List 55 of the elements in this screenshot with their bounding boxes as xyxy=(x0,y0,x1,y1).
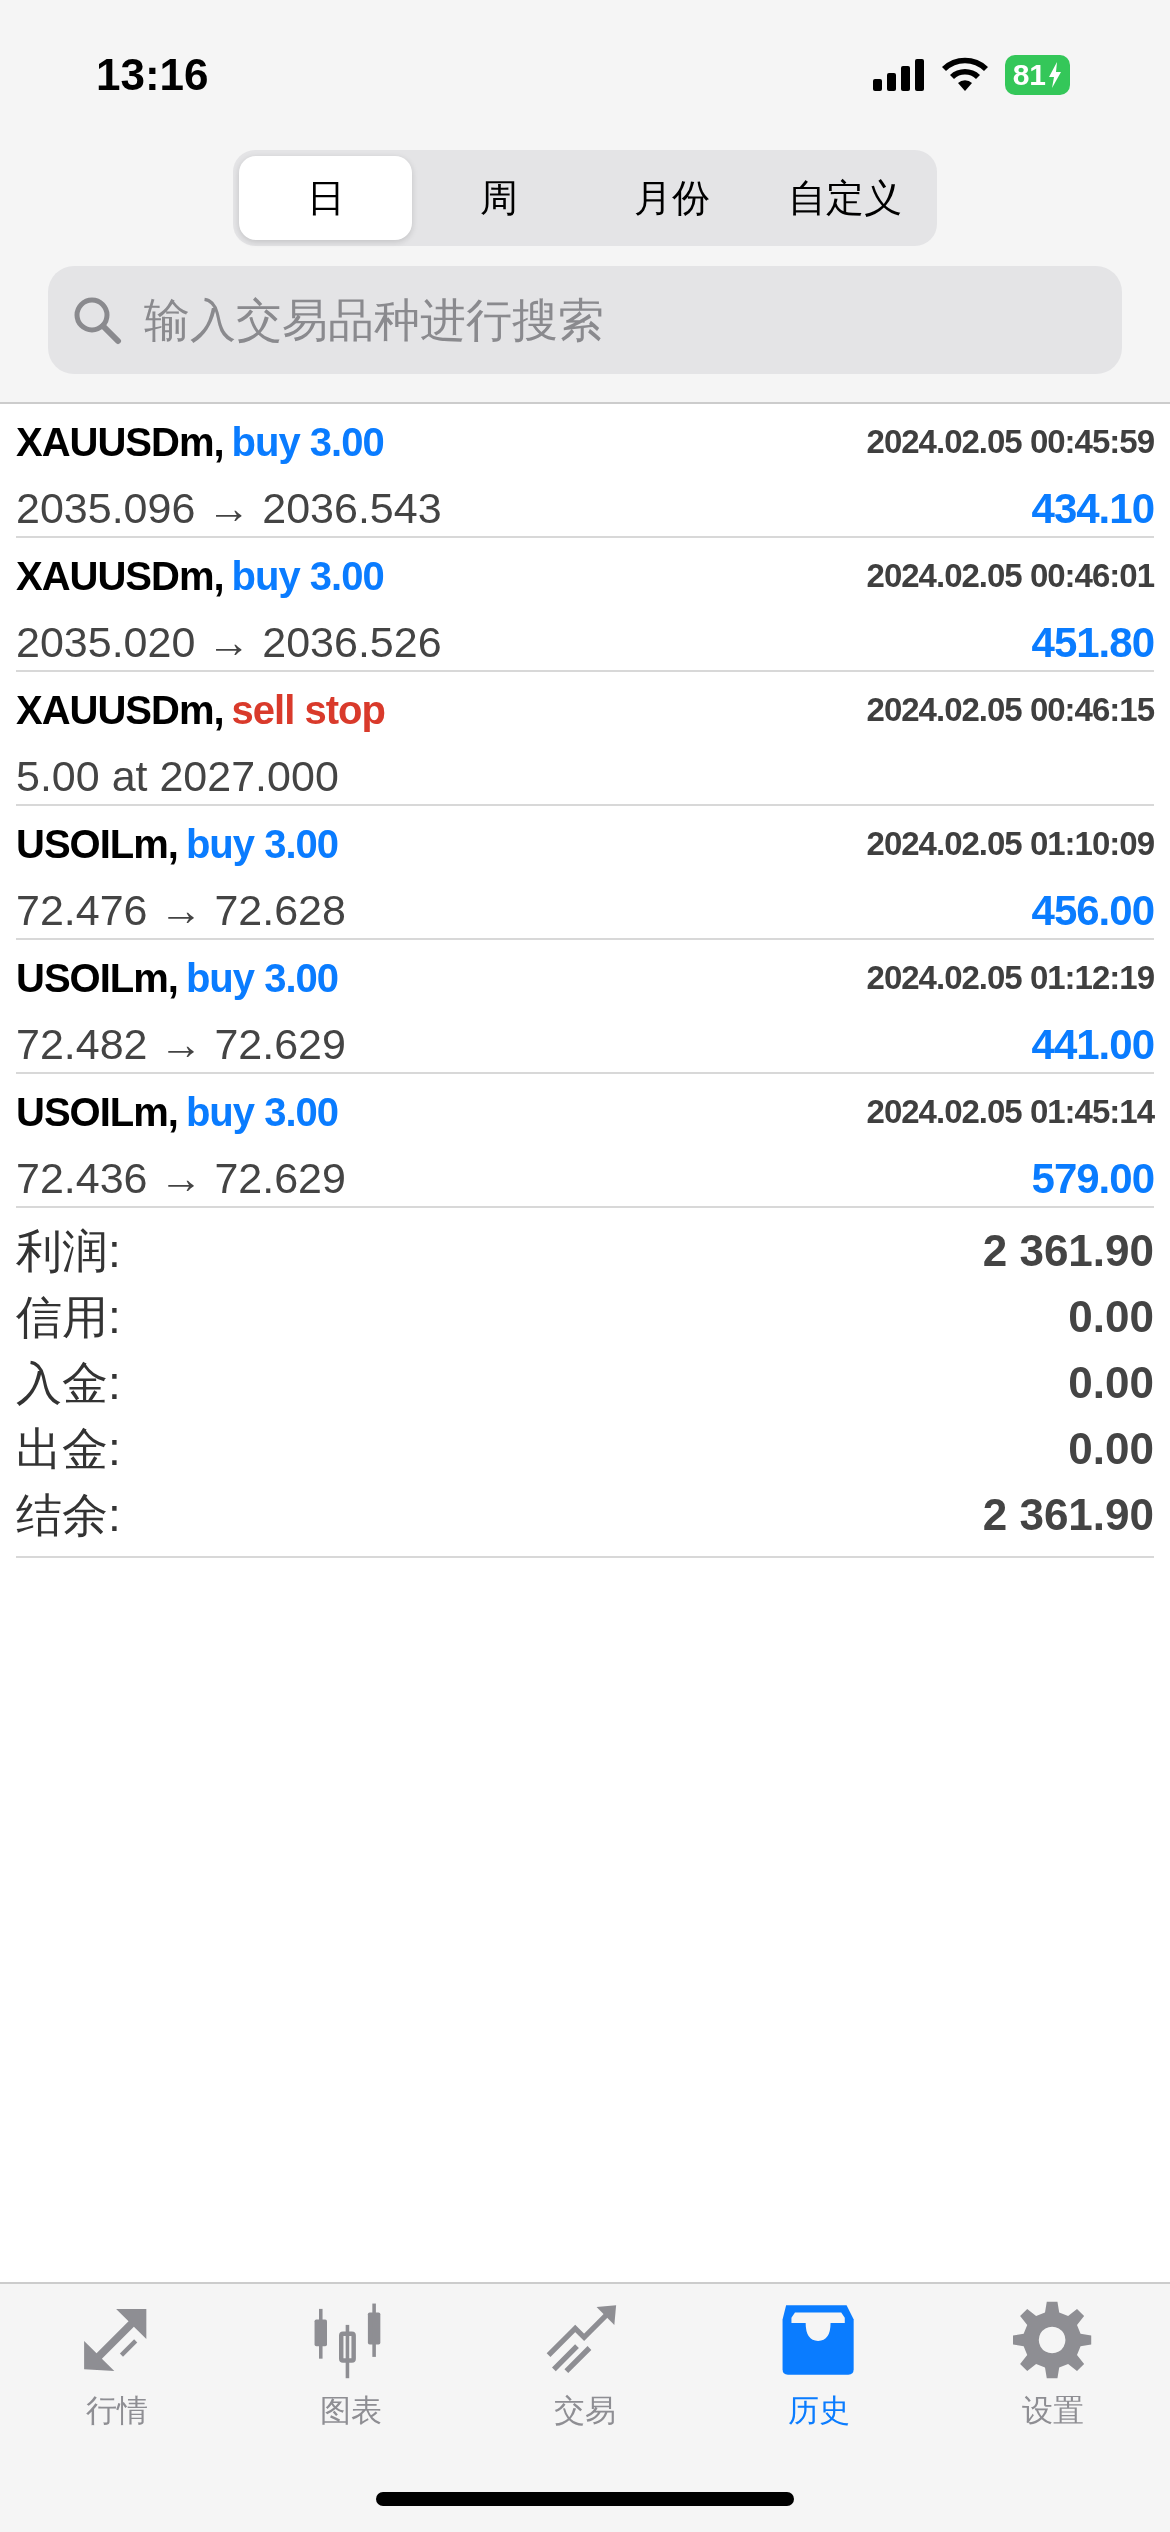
trade-action: buy 3.00 xyxy=(185,821,338,868)
summary-label: 利润: xyxy=(16,1223,121,1279)
trade-action: buy 3.00 xyxy=(185,1089,338,1136)
trade-time: 2024.02.05 01:45:14 xyxy=(866,1092,1154,1133)
price-text: 72.476 → 72.628 xyxy=(16,885,346,936)
price-text: 2035.020 → 2036.526 xyxy=(16,617,442,668)
tab-bar-item[interactable]: 行情 xyxy=(0,2284,234,2436)
profit-value: 579.00 xyxy=(1031,1153,1154,1204)
search-icon xyxy=(72,295,122,345)
tab-bar-item[interactable]: 图表 xyxy=(234,2284,468,2436)
tab-bar-item[interactable]: 交易 xyxy=(468,2284,702,2436)
price-text: 5.00 at 2027.000 xyxy=(16,751,339,802)
summary-value: 0.00 xyxy=(1068,1423,1154,1475)
signal-icon xyxy=(872,59,925,91)
status-time: 13:16 xyxy=(96,49,209,101)
summary-label: 出金: xyxy=(16,1421,121,1477)
profit-value: 456.00 xyxy=(1031,885,1154,936)
search-field[interactable]: 输入交易品种进行搜索 xyxy=(48,266,1122,374)
summary-label: 结余: xyxy=(16,1487,121,1543)
summary-label: 入金: xyxy=(16,1355,121,1411)
price-text: 72.436 → 72.629 xyxy=(16,1153,346,1204)
battery-indicator: 81 xyxy=(1004,55,1070,95)
trade-action: buy 3.00 xyxy=(231,419,384,466)
tab-bar-item[interactable]: 设置 xyxy=(936,2284,1170,2436)
profit-value: 451.80 xyxy=(1031,617,1154,668)
trade-action: buy 3.00 xyxy=(185,955,338,1002)
trade-action: buy 3.00 xyxy=(231,553,384,600)
symbol-text: USOILm, xyxy=(16,821,178,868)
trade-time: 2024.02.05 00:46:15 xyxy=(866,690,1154,731)
period-tab[interactable]: 自定义 xyxy=(758,156,931,240)
trade-time: 2024.02.05 00:45:59 xyxy=(866,422,1154,463)
symbol-text: USOILm, xyxy=(16,955,178,1002)
symbol-text: USOILm, xyxy=(16,1089,178,1136)
summary-value: 0.00 xyxy=(1068,1291,1154,1343)
trade-time: 2024.02.05 01:10:09 xyxy=(866,824,1154,865)
price-text: 2035.096 → 2036.543 xyxy=(16,483,442,534)
trade-time: 2024.02.05 00:46:01 xyxy=(866,556,1154,597)
period-tab[interactable]: 月份 xyxy=(585,156,758,240)
summary-label: 信用: xyxy=(16,1289,121,1345)
settings-icon xyxy=(1013,2300,1093,2380)
wifi-icon xyxy=(940,57,989,93)
summary-value: 2 361.90 xyxy=(982,1225,1154,1277)
summary-value: 0.00 xyxy=(1068,1357,1154,1409)
trade-action: sell stop xyxy=(231,687,385,734)
symbol-text: XAUUSDm, xyxy=(16,553,224,600)
period-tab[interactable]: 日 xyxy=(239,156,412,240)
profit-value: 434.10 xyxy=(1031,483,1154,534)
period-tab[interactable]: 周 xyxy=(412,156,585,240)
symbol-text: XAUUSDm, xyxy=(16,419,224,466)
symbol-text: XAUUSDm, xyxy=(16,687,224,734)
summary-value: 2 361.90 xyxy=(982,1489,1154,1541)
price-text: 72.482 → 72.629 xyxy=(16,1019,346,1070)
trade-time: 2024.02.05 01:12:19 xyxy=(866,958,1154,999)
tab-bar-item[interactable]: 历史 xyxy=(702,2284,936,2436)
profit-value: 441.00 xyxy=(1031,1019,1154,1070)
